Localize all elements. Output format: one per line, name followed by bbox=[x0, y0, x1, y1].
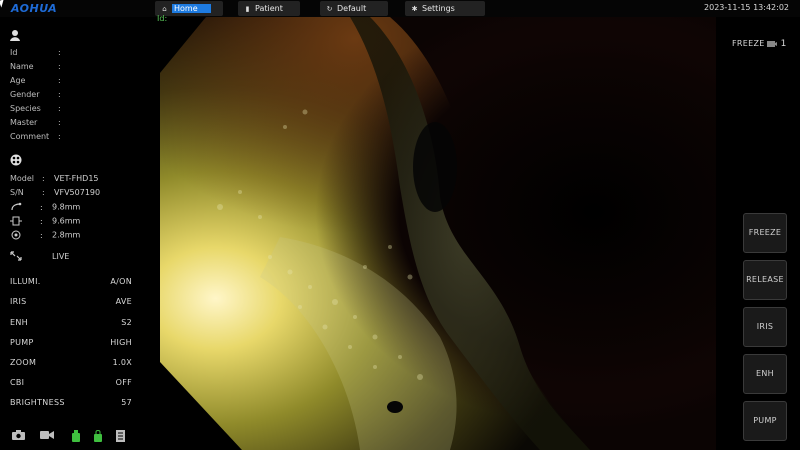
overlay-id-label: Id: bbox=[157, 14, 168, 23]
param-zoom: ZOOM 1.0X bbox=[10, 358, 132, 367]
param-zoom-label: ZOOM bbox=[10, 358, 37, 367]
freeze-count: 1 bbox=[780, 39, 787, 49]
patient-age-sep: : bbox=[58, 76, 61, 85]
camera-icon bbox=[766, 40, 777, 47]
fullscreen-icon bbox=[10, 251, 22, 261]
menu-home-label: Home bbox=[172, 4, 211, 13]
brand-logo: AOHUA bbox=[11, 2, 58, 15]
param-zoom-value: 1.0X bbox=[112, 358, 132, 367]
menu-settings-label: Settings bbox=[422, 4, 455, 13]
menu-patient-button[interactable]: ▮ Patient bbox=[238, 1, 300, 16]
patient-name-sep: : bbox=[58, 62, 61, 71]
channel-diameter-row: :2.8mm bbox=[10, 230, 80, 240]
param-cbi: CBI OFF bbox=[10, 378, 132, 387]
freeze-status: FREEZE 1 bbox=[732, 39, 787, 49]
scope-model-sep: : bbox=[42, 174, 45, 183]
info-sidebar: Id: Name: Age: Gender: Species: Master: … bbox=[0, 17, 150, 450]
scope-model-row: Model: VET-FHD15 bbox=[10, 174, 99, 183]
patient-name-row: Name: bbox=[10, 62, 70, 71]
insertion-diameter-sep: : bbox=[40, 202, 43, 212]
channel-diameter-sep: : bbox=[40, 230, 43, 240]
param-illumi-label: ILLUMI. bbox=[10, 277, 41, 286]
scope-icon bbox=[10, 154, 22, 166]
patient-gender-row: Gender: bbox=[10, 90, 70, 99]
live-status-row: LIVE bbox=[10, 251, 69, 261]
menu-patient-label: Patient bbox=[255, 4, 283, 13]
menu-default-button[interactable]: ↻ Default bbox=[320, 1, 388, 16]
param-brightness: BRIGHTNESS 57 bbox=[10, 398, 132, 407]
tip-diameter-icon bbox=[10, 216, 22, 226]
iris-button[interactable]: IRIS bbox=[743, 307, 787, 347]
user-icon bbox=[10, 30, 20, 41]
patient-master-label: Master bbox=[10, 118, 38, 127]
patient-comment-row: Comment: bbox=[10, 132, 70, 141]
channel-diameter-icon bbox=[11, 230, 21, 240]
insertion-diameter-row: :9.8mm bbox=[10, 202, 80, 212]
camera-icon bbox=[12, 430, 25, 442]
param-illumi: ILLUMI. A/ON bbox=[10, 277, 132, 286]
enh-button[interactable]: ENH bbox=[743, 354, 787, 394]
param-enh-value: S2 bbox=[121, 318, 132, 327]
param-brightness-label: BRIGHTNESS bbox=[10, 398, 65, 407]
gear-icon: ✱ bbox=[411, 5, 418, 13]
patient-gender-sep: : bbox=[58, 90, 61, 99]
patient-comment-sep: : bbox=[58, 132, 61, 141]
patient-comment-label: Comment bbox=[10, 132, 50, 141]
endoscope-image bbox=[160, 17, 716, 450]
param-enh-label: ENH bbox=[10, 318, 28, 327]
patient-age-row: Age: bbox=[10, 76, 70, 85]
scope-model-value: VET-FHD15 bbox=[54, 174, 99, 183]
datetime-display: 2023-11-15 13:42:02 bbox=[704, 3, 789, 12]
scope-model-label: Model bbox=[10, 174, 35, 183]
tip-diameter-row: :9.6mm bbox=[10, 216, 80, 226]
storage-lock-icon bbox=[94, 430, 102, 444]
patient-id-row: Id: bbox=[10, 48, 70, 57]
patient-id-sep: : bbox=[58, 48, 61, 57]
top-bar: AOHUA ⌂ Home ▮ Patient ↻ Default ✱ Settings … bbox=[0, 0, 800, 17]
endoscope-video-feed bbox=[160, 17, 716, 450]
param-pump-value: HIGH bbox=[110, 338, 132, 347]
pump-button[interactable]: PUMP bbox=[743, 401, 787, 441]
scope-sn-value: VFV507190 bbox=[54, 188, 101, 197]
freeze-button[interactable]: FREEZE bbox=[743, 213, 787, 253]
patient-id-label: Id bbox=[10, 48, 18, 57]
lock-icon: ▮ bbox=[245, 5, 250, 13]
param-iris: IRIS AVE bbox=[10, 297, 132, 306]
patient-species-row: Species: bbox=[10, 104, 70, 113]
param-iris-label: IRIS bbox=[10, 297, 27, 306]
param-cbi-label: CBI bbox=[10, 378, 25, 387]
patient-name-label: Name bbox=[10, 62, 34, 71]
channel-diameter-value: 2.8mm bbox=[52, 230, 81, 240]
patient-master-sep: : bbox=[58, 118, 61, 127]
patient-species-label: Species bbox=[10, 104, 41, 113]
freeze-status-label: FREEZE bbox=[732, 39, 765, 48]
insertion-diameter-value: 9.8mm bbox=[52, 202, 81, 212]
patient-master-row: Master: bbox=[10, 118, 70, 127]
scope-sn-sep: : bbox=[42, 188, 45, 197]
refresh-icon: ↻ bbox=[326, 5, 333, 13]
param-brightness-value: 57 bbox=[121, 398, 132, 407]
param-iris-value: AVE bbox=[115, 297, 132, 306]
patient-species-sep: : bbox=[58, 104, 61, 113]
param-pump: PUMP HIGH bbox=[10, 338, 132, 347]
param-pump-label: PUMP bbox=[10, 338, 34, 347]
tip-diameter-value: 9.6mm bbox=[52, 216, 81, 226]
param-cbi-value: OFF bbox=[115, 378, 132, 387]
storage-green-icon bbox=[72, 430, 80, 444]
menu-default-label: Default bbox=[337, 4, 367, 13]
tip-diameter-sep: : bbox=[40, 216, 43, 226]
insertion-diameter-icon bbox=[11, 202, 22, 211]
report-icon bbox=[116, 430, 125, 444]
patient-gender-label: Gender bbox=[10, 90, 40, 99]
menu-settings-button[interactable]: ✱ Settings bbox=[405, 1, 485, 16]
patient-age-label: Age bbox=[10, 76, 26, 85]
param-enh: ENH S2 bbox=[10, 318, 132, 327]
release-button[interactable]: RELEASE bbox=[743, 260, 787, 300]
live-status-label: LIVE bbox=[52, 251, 70, 261]
param-illumi-value: A/ON bbox=[110, 277, 132, 286]
scope-sn-row: S/N: VFV507190 bbox=[10, 188, 100, 197]
scope-sn-label: S/N bbox=[10, 188, 24, 197]
video-camera-icon bbox=[40, 430, 54, 442]
